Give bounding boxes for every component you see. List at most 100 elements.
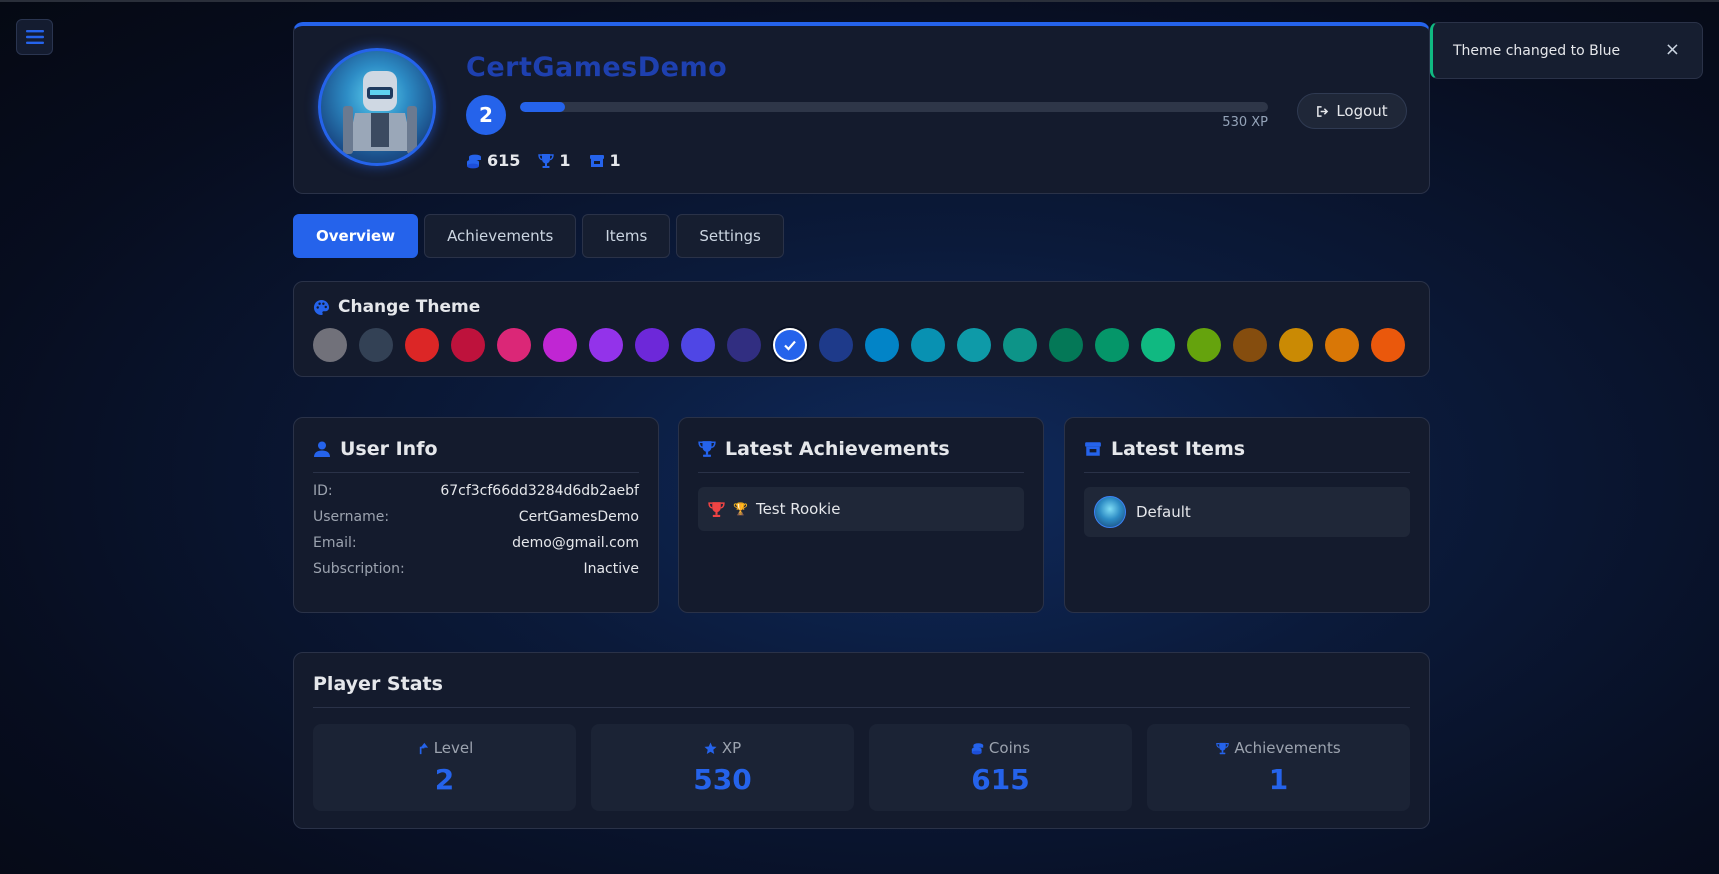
toast-message: Theme changed to Blue (1453, 42, 1621, 59)
close-icon[interactable]: × (1665, 39, 1680, 60)
theme-swatch[interactable] (1187, 328, 1221, 362)
user-info-title: User Info (340, 438, 438, 460)
user-info-row-email: Email: demo@gmail.com (313, 535, 639, 551)
theme-swatch[interactable] (635, 328, 669, 362)
trophy-icon (1216, 742, 1230, 754)
theme-swatch[interactable] (1279, 328, 1313, 362)
level-badge: 2 (466, 95, 506, 135)
theme-swatch[interactable] (1233, 328, 1267, 362)
id-label: ID: (313, 483, 333, 499)
theme-swatch[interactable] (497, 328, 531, 362)
stat-achievements-value: 1 (1268, 763, 1289, 796)
xp-progress-fill (520, 102, 565, 112)
email-value: demo@gmail.com (512, 535, 639, 551)
coins-icon (971, 742, 984, 755)
user-icon (314, 441, 330, 457)
theme-swatch[interactable] (819, 328, 853, 362)
tab-overview[interactable]: Overview (293, 214, 419, 258)
id-value: 67cf3cf66dd3284d6db2aebf (440, 483, 639, 499)
profile-stats-row: 615 1 1 (466, 151, 621, 170)
items-stat: 1 (589, 151, 621, 170)
latest-achievements-card: Latest Achievements 🏆 Test Rookie (678, 417, 1044, 613)
star-icon (704, 741, 717, 754)
toast-notification: Theme changed to Blue × (1430, 22, 1703, 79)
theme-swatch[interactable] (773, 328, 807, 362)
stat-level: Level 2 (313, 724, 576, 811)
stat-achievements: Achievements 1 (1147, 724, 1410, 811)
stat-level-label: Level (433, 739, 474, 757)
profile-header-card: CertGamesDemo 2 530 XP 615 1 1 Logout (293, 22, 1430, 194)
theme-title: Change Theme (313, 297, 480, 317)
email-label: Email: (313, 535, 357, 551)
latest-achievements-title: Latest Achievements (725, 438, 950, 460)
latest-items-heading: Latest Items (1084, 438, 1410, 473)
coins-count: 615 (487, 151, 521, 170)
theme-swatch[interactable] (313, 328, 347, 362)
theme-swatch[interactable] (1095, 328, 1129, 362)
profile-username: CertGamesDemo (466, 52, 728, 83)
theme-swatch[interactable] (1325, 328, 1359, 362)
stat-xp-label: XP (721, 739, 742, 757)
user-info-card: User Info ID: 67cf3cf66dd3284d6db2aebf U… (293, 417, 659, 613)
theme-swatch[interactable] (1003, 328, 1037, 362)
xp-text: 530 XP (1222, 115, 1268, 130)
username-label: Username: (313, 509, 390, 525)
hamburger-icon (25, 30, 44, 44)
user-info-row-subscription: Subscription: Inactive (313, 561, 639, 577)
theme-swatch[interactable] (1371, 328, 1405, 362)
theme-swatch[interactable] (681, 328, 715, 362)
theme-swatch[interactable] (543, 328, 577, 362)
latest-achievements-heading: Latest Achievements (698, 438, 1024, 473)
theme-swatch[interactable] (865, 328, 899, 362)
theme-swatch[interactable] (727, 328, 761, 362)
subscription-label: Subscription: (313, 561, 405, 577)
tab-achievements[interactable]: Achievements (424, 214, 577, 258)
logout-icon (1317, 105, 1329, 117)
stat-xp-value: 530 (693, 763, 752, 796)
achievements-stat: 1 (538, 151, 571, 170)
item-row[interactable]: Default (1084, 487, 1410, 537)
store-icon (589, 154, 604, 167)
theme-card: Change Theme (293, 281, 1430, 377)
tab-items[interactable]: Items (582, 214, 671, 258)
theme-swatch[interactable] (957, 328, 991, 362)
stat-coins: Coins 615 (869, 724, 1132, 811)
coins-icon (467, 154, 481, 168)
items-count: 1 (609, 151, 621, 170)
stat-coins-value: 615 (971, 763, 1030, 796)
logout-button[interactable]: Logout (1297, 93, 1407, 129)
subscription-value: Inactive (583, 561, 639, 577)
stat-level-label-row: Level (416, 739, 474, 757)
theme-title-text: Change Theme (338, 297, 481, 317)
theme-swatch[interactable] (911, 328, 945, 362)
player-stats-title: Player Stats (313, 673, 443, 695)
theme-swatch[interactable] (1049, 328, 1083, 362)
stat-level-value: 2 (434, 763, 455, 796)
profile-tabs: Overview Achievements Items Settings (293, 214, 784, 258)
achievement-emoji: 🏆 (733, 502, 748, 516)
stat-coins-label-row: Coins (971, 739, 1030, 757)
xp-progress-bar (520, 102, 1268, 112)
theme-swatch[interactable] (589, 328, 623, 362)
check-icon (784, 340, 796, 351)
player-stats-card: Player Stats Level 2 XP 530 Coins 615 Ac… (293, 652, 1430, 829)
theme-swatch[interactable] (451, 328, 485, 362)
menu-button[interactable] (16, 19, 53, 55)
username-value: CertGamesDemo (518, 509, 639, 525)
item-avatar (1094, 496, 1126, 528)
achievement-label: Test Rookie (755, 500, 841, 518)
theme-swatch[interactable] (405, 328, 439, 362)
theme-swatch[interactable] (359, 328, 393, 362)
player-stats-grid: Level 2 XP 530 Coins 615 Achievements 1 (313, 724, 1410, 811)
latest-items-card: Latest Items Default (1064, 417, 1430, 613)
tab-settings[interactable]: Settings (676, 214, 784, 258)
window-top-border (0, 0, 1719, 2)
stat-coins-label: Coins (988, 739, 1031, 757)
trophy-icon (708, 501, 725, 517)
user-info-row-username: Username: CertGamesDemo (313, 509, 639, 525)
theme-swatch[interactable] (1141, 328, 1175, 362)
trophy-icon (698, 441, 716, 457)
latest-items-title: Latest Items (1111, 438, 1246, 460)
coins-stat: 615 (466, 151, 520, 170)
achievement-item[interactable]: 🏆 Test Rookie (698, 487, 1024, 531)
